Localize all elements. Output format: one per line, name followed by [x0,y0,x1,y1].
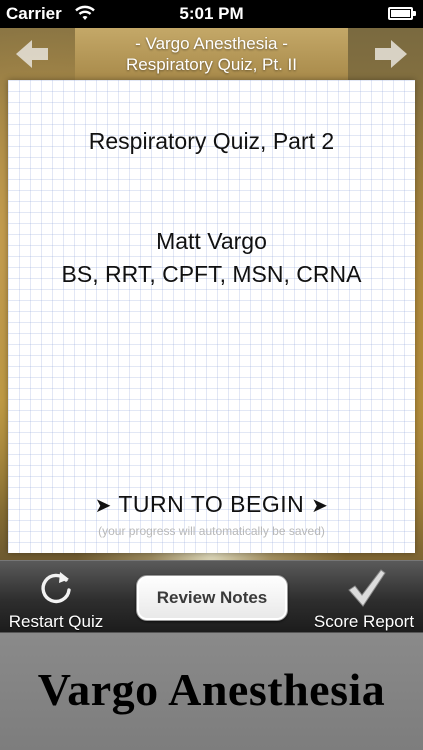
brand-name: Vargo Anesthesia [37,664,386,715]
author-name: Matt Vargo [156,228,267,254]
progress-note: (your progress will automatically be sav… [98,524,325,538]
brand-banner: Vargo Anesthesia [0,632,423,750]
turn-arrow-left-icon: ➤ [94,495,112,517]
refresh-icon [41,572,71,604]
nav-header: - Vargo Anesthesia - Respiratory Quiz, P… [0,28,423,80]
restart-quiz-button[interactable]: Restart Quiz [0,561,112,633]
page-title-line2: Respiratory Quiz, Pt. II [126,55,297,74]
battery-icon [388,7,416,20]
page-title-line1: - Vargo Anesthesia - [135,34,288,53]
status-time: 5:01 PM [179,4,244,23]
restart-quiz-label: Restart Quiz [8,612,104,631]
turn-arrow-right-icon: ➤ [311,495,329,517]
turn-to-begin[interactable]: ➤ TURN TO BEGIN ➤ [8,491,415,518]
status-bar: Carrier 5:01 PM [0,0,423,28]
page-title: - Vargo Anesthesia - Respiratory Quiz, P… [75,33,348,75]
turn-label: TURN TO BEGIN [118,491,305,517]
review-notes-button[interactable]: Review Notes [136,575,288,621]
checkmark-icon [348,569,386,607]
quiz-title: Respiratory Quiz, Part 2 [88,128,335,154]
arrow-left-icon[interactable] [14,36,50,72]
author-credentials: BS, RRT, CPFT, MSN, CRNA [61,261,362,287]
arrow-right-icon[interactable] [373,36,409,72]
score-report-label: Score Report [313,612,415,631]
score-report-button[interactable]: Score Report [305,561,423,633]
quiz-card[interactable]: Respiratory Quiz, Part 2 Matt Vargo BS, … [8,80,415,553]
